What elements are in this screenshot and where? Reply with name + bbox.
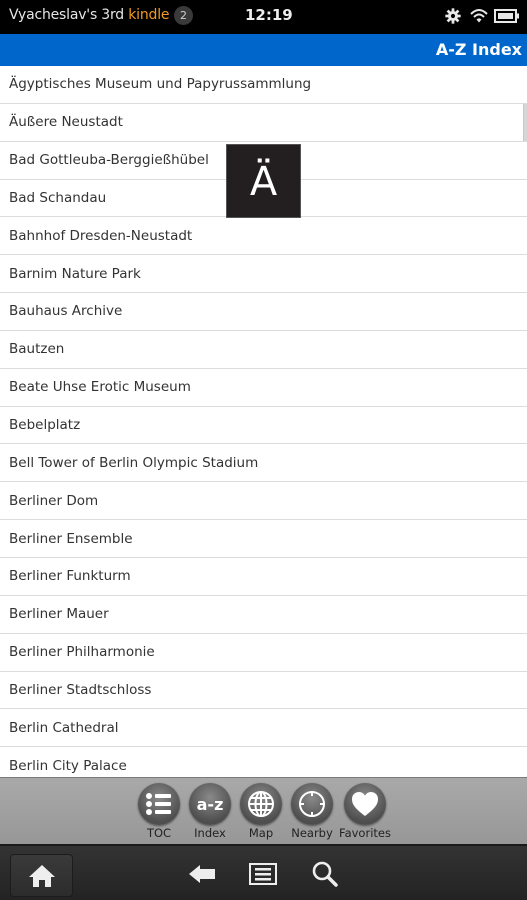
status-bar: Vyacheslav's 3rd kindle 2 12:19 bbox=[0, 0, 527, 34]
battery-icon bbox=[494, 9, 519, 23]
list-item[interactable]: Bautzen bbox=[0, 331, 527, 369]
list-item[interactable]: Bahnhof Dresden-Neustadt bbox=[0, 217, 527, 256]
crosshair-icon bbox=[299, 791, 325, 817]
favorites-button[interactable]: Favorites bbox=[338, 783, 392, 840]
list-item[interactable]: Bebelplatz bbox=[0, 407, 527, 445]
list-item[interactable]: Berliner Dom bbox=[0, 482, 527, 521]
index-label: Index bbox=[194, 826, 226, 840]
a-z-icon: a-z bbox=[196, 794, 224, 814]
list-item[interactable]: Bell Tower of Berlin Olympic Stadium bbox=[0, 444, 527, 483]
menu-button[interactable] bbox=[247, 861, 279, 887]
app-header: A-Z Index bbox=[0, 34, 527, 66]
heart-icon bbox=[352, 792, 378, 816]
list-item[interactable]: Berlin Cathedral bbox=[0, 709, 527, 748]
map-button[interactable]: Map bbox=[234, 783, 288, 840]
scrollbar-thumb[interactable] bbox=[523, 104, 527, 141]
system-nav-bar bbox=[0, 844, 527, 900]
device-owner: Vyacheslav's 3rd bbox=[9, 7, 124, 23]
list-item[interactable]: Barnim Nature Park bbox=[0, 255, 527, 294]
list-item[interactable]: Berliner Mauer bbox=[0, 596, 527, 634]
list-item[interactable]: Berliner Philharmonie bbox=[0, 634, 527, 672]
menu-icon bbox=[249, 863, 277, 885]
toc-label: TOC bbox=[146, 826, 172, 840]
device-name: Vyacheslav's 3rd kindle bbox=[9, 7, 170, 23]
home-button[interactable] bbox=[10, 854, 73, 897]
list-item[interactable]: Berliner Stadtschloss bbox=[0, 672, 527, 710]
globe-icon bbox=[248, 791, 274, 817]
back-icon bbox=[189, 865, 215, 883]
toc-button[interactable]: TOC bbox=[132, 783, 186, 840]
fast-scroll-letter-overlay: Ä bbox=[226, 144, 301, 218]
index-button[interactable]: a-z Index bbox=[183, 783, 237, 840]
list-item[interactable]: Berlin City Palace bbox=[0, 747, 527, 777]
list-item[interactable]: Bauhaus Archive bbox=[0, 293, 527, 331]
home-icon bbox=[28, 864, 55, 887]
kindle-brand: kindle bbox=[128, 7, 170, 23]
map-label: Map bbox=[248, 826, 274, 840]
notification-badge[interactable]: 2 bbox=[174, 6, 193, 25]
list-item[interactable]: Berliner Ensemble bbox=[0, 520, 527, 558]
app-toolbar: TOC a-z Index Map Nearby Favorites bbox=[0, 777, 527, 844]
list-item[interactable]: Beate Uhse Erotic Museum bbox=[0, 369, 527, 407]
gear-icon[interactable] bbox=[444, 6, 462, 26]
search-icon bbox=[312, 861, 338, 887]
list-item[interactable]: Äußere Neustadt bbox=[0, 104, 527, 142]
nearby-label: Nearby bbox=[291, 826, 333, 840]
list-item[interactable]: Berliner Funkturm bbox=[0, 558, 527, 596]
list-item[interactable]: Ägyptisches Museum und Papyrussammlung bbox=[0, 66, 527, 104]
back-button[interactable] bbox=[186, 862, 218, 886]
page-title: A-Z Index bbox=[435, 40, 522, 59]
favorites-label: Favorites bbox=[339, 826, 391, 840]
clock: 12:19 bbox=[245, 6, 293, 24]
list-icon bbox=[146, 793, 171, 815]
nearby-button[interactable]: Nearby bbox=[285, 783, 339, 840]
wifi-icon[interactable] bbox=[469, 6, 489, 26]
search-button[interactable] bbox=[309, 859, 341, 889]
